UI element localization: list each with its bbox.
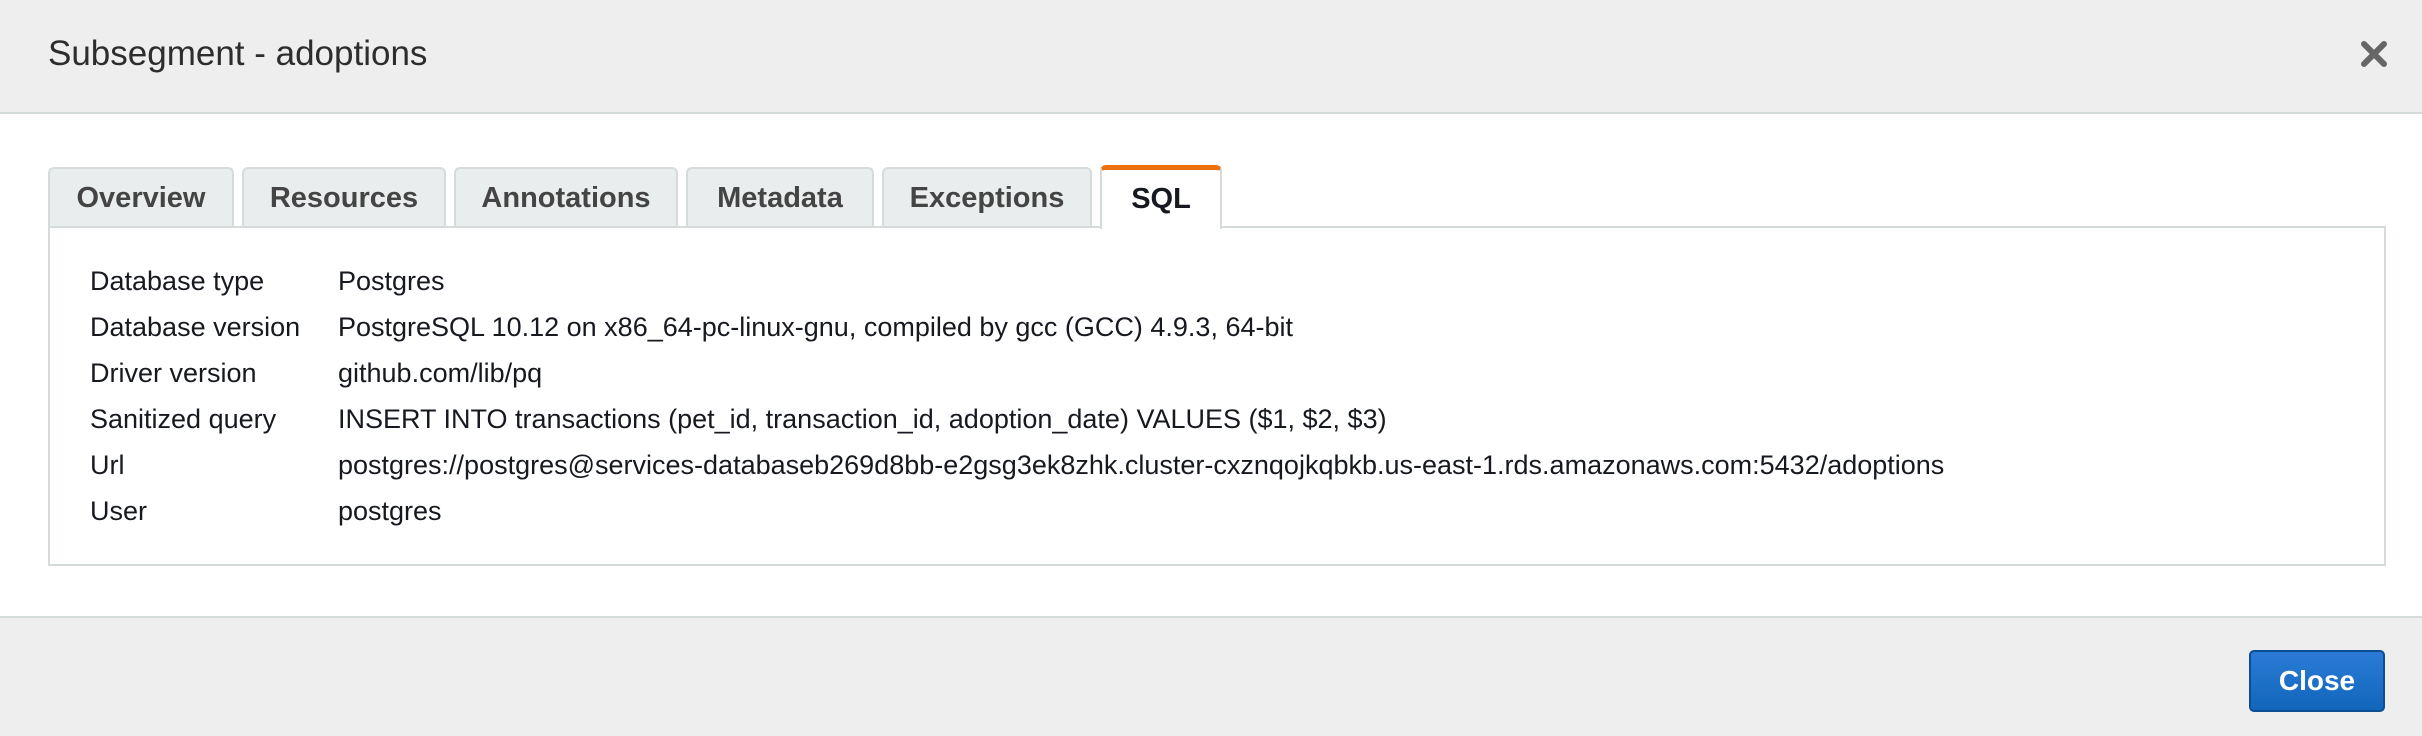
tab-overview[interactable]: Overview bbox=[48, 167, 234, 227]
sql-panel: Database type Postgres Database version … bbox=[48, 226, 2386, 566]
row-url: Url postgres://postgres@services-databas… bbox=[90, 442, 1944, 488]
tab-annotations[interactable]: Annotations bbox=[454, 167, 678, 227]
dialog-body: Overview Resources Annotations Metadata … bbox=[0, 114, 2422, 616]
row-key: Url bbox=[90, 449, 125, 480]
tab-metadata[interactable]: Metadata bbox=[686, 167, 874, 227]
row-driver-version: Driver version github.com/lib/pq bbox=[90, 350, 542, 396]
tab-exceptions[interactable]: Exceptions bbox=[882, 167, 1092, 227]
row-value: PostgreSQL 10.12 on x86_64-pc-linux-gnu,… bbox=[338, 311, 1293, 342]
tab-bar: Overview Resources Annotations Metadata … bbox=[48, 165, 1230, 229]
row-value: postgres://postgres@services-databaseb26… bbox=[338, 449, 1945, 480]
row-user: User postgres bbox=[90, 488, 442, 534]
tab-sql[interactable]: SQL bbox=[1100, 165, 1222, 229]
row-value: INSERT INTO transactions (pet_id, transa… bbox=[338, 403, 1387, 434]
row-database-version: Database version PostgreSQL 10.12 on x86… bbox=[90, 304, 1293, 350]
tab-resources[interactable]: Resources bbox=[242, 167, 446, 227]
dialog-header: Subsegment - adoptions bbox=[0, 0, 2422, 114]
row-sanitized-query: Sanitized query INSERT INTO transactions… bbox=[90, 396, 1387, 442]
row-value: Postgres bbox=[338, 265, 445, 296]
dialog-title: Subsegment - adoptions bbox=[48, 34, 428, 73]
row-key: User bbox=[90, 495, 148, 526]
close-icon[interactable] bbox=[2356, 36, 2392, 72]
dialog-footer: Close bbox=[0, 616, 2422, 736]
row-key: Database type bbox=[90, 265, 265, 296]
close-button[interactable]: Close bbox=[2249, 650, 2385, 712]
row-value: postgres bbox=[338, 495, 442, 526]
row-database-type: Database type Postgres bbox=[90, 258, 445, 304]
row-key: Sanitized query bbox=[90, 403, 277, 434]
row-key: Database version bbox=[90, 311, 301, 342]
row-key: Driver version bbox=[90, 357, 257, 388]
row-value: github.com/lib/pq bbox=[338, 357, 543, 388]
